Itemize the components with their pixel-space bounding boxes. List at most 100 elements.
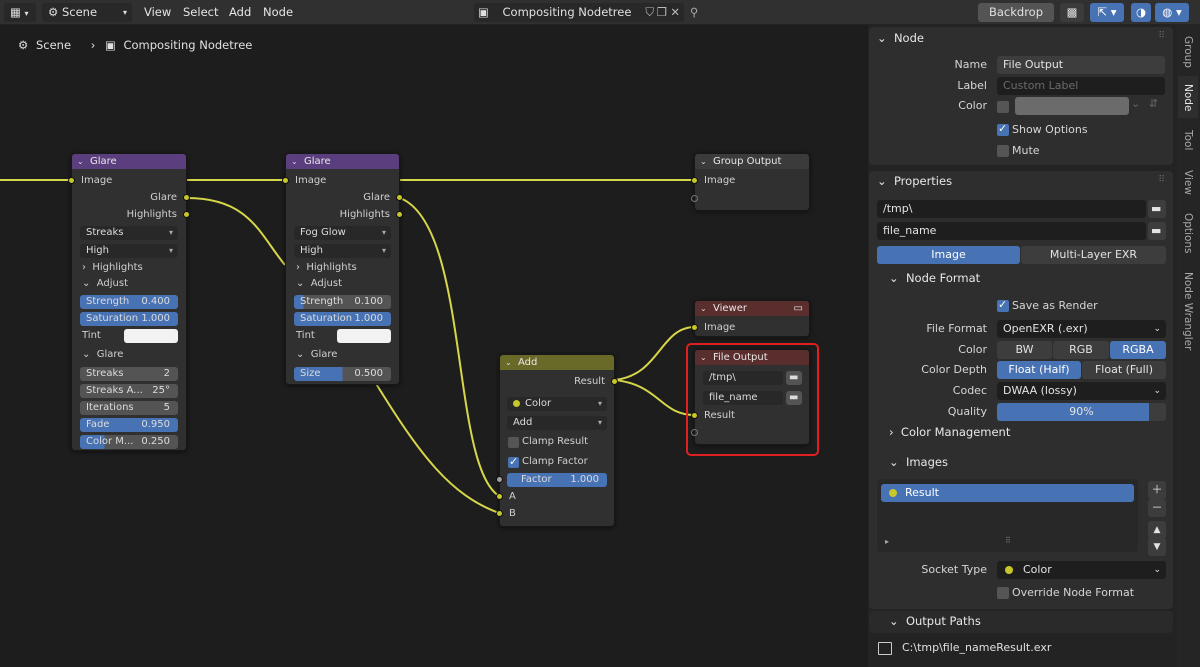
tab-node[interactable]: Node bbox=[1182, 84, 1194, 111]
color-management-toggle[interactable]: › Color Management bbox=[889, 422, 1010, 442]
operation-dropdown[interactable]: Add ▾ bbox=[507, 416, 607, 430]
output-socket-highlights[interactable] bbox=[183, 211, 190, 218]
streaks-field[interactable]: Streaks 2 bbox=[80, 367, 178, 381]
node-header[interactable]: ⌄ Viewer ▭ bbox=[695, 301, 809, 316]
node-header[interactable]: ⌄ Glare bbox=[286, 154, 399, 169]
input-socket-b[interactable] bbox=[496, 510, 503, 517]
properties-panel-header[interactable]: ⌄ Properties bbox=[877, 171, 952, 191]
saturation-slider[interactable]: Saturation 1.000 bbox=[80, 312, 178, 326]
size-slider[interactable]: Size 0.500 bbox=[294, 367, 391, 381]
overlays-icon[interactable]: ◍ ▾ bbox=[1155, 3, 1189, 22]
output-socket-result[interactable] bbox=[611, 378, 618, 385]
highlights-panel-toggle[interactable]: › Highlights bbox=[296, 261, 357, 275]
empty-socket[interactable] bbox=[691, 429, 698, 436]
filename-field[interactable]: file_name bbox=[703, 391, 783, 405]
add-input-button[interactable]: ＋ bbox=[1148, 481, 1166, 499]
close-icon[interactable]: ✕ bbox=[670, 3, 680, 22]
node-header[interactable]: ⌄ Group Output bbox=[695, 154, 809, 169]
chevron-down-icon[interactable]: ⌄ bbox=[1131, 97, 1140, 110]
directory-field[interactable]: /tmp\ bbox=[703, 371, 783, 385]
glare-node-2[interactable]: ⌄ Glare Image Glare Highlights Fog Glow ▾ … bbox=[282, 153, 403, 385]
viewer-node[interactable]: ⌄ Viewer ▭ Image bbox=[691, 300, 810, 337]
codec-dropdown[interactable]: DWAA (lossy) ⌄ bbox=[997, 382, 1166, 400]
group-output-node[interactable]: ⌄ Group Output Image bbox=[691, 153, 810, 211]
folder-icon[interactable]: ▬ bbox=[786, 371, 802, 385]
add-node[interactable]: ⌄ Add Result Color ▾ Add ▾ Clamp Result Cla… bbox=[496, 354, 618, 527]
node-canvas[interactable]: ⚙ Scene › ▣ Compositing Nodetree ⌄ Glare … bbox=[0, 25, 868, 667]
input-socket-result[interactable] bbox=[691, 412, 698, 419]
snapping-icon[interactable]: ⇱ ▾ bbox=[1090, 3, 1124, 22]
node-name-field[interactable]: File Output bbox=[997, 56, 1165, 74]
node-header[interactable]: ⌄ Glare bbox=[72, 154, 186, 169]
strength-slider[interactable]: Strength 0.100 bbox=[294, 295, 391, 309]
scene-selector[interactable]: ⚙ Scene ▾ bbox=[42, 3, 132, 22]
resize-grip-icon[interactable]: ⠿ bbox=[1005, 536, 1011, 545]
glare-type-dropdown[interactable]: Fog Glow ▾ bbox=[294, 226, 391, 240]
list-item[interactable]: Result bbox=[881, 484, 1134, 502]
custom-label-field[interactable]: Custom Label bbox=[997, 77, 1165, 95]
tab-view[interactable]: View bbox=[1182, 170, 1194, 195]
tab-image[interactable]: Image bbox=[877, 246, 1020, 264]
menu-view[interactable]: View bbox=[144, 0, 171, 25]
gizmo-icon[interactable]: ◑ bbox=[1131, 3, 1151, 22]
tint-color-swatch[interactable] bbox=[337, 329, 391, 343]
highlights-panel-toggle[interactable]: › Highlights bbox=[82, 261, 143, 275]
menu-add[interactable]: Add bbox=[229, 0, 251, 25]
override-node-format-checkbox[interactable] bbox=[997, 587, 1009, 599]
show-options-checkbox[interactable] bbox=[997, 122, 1009, 136]
quality-slider[interactable]: 90% bbox=[997, 403, 1166, 421]
depth-half-button[interactable]: Float (Half) bbox=[997, 361, 1081, 379]
node-color-swatch[interactable] bbox=[1015, 97, 1129, 115]
tab-multilayer-exr[interactable]: Multi-Layer EXR bbox=[1021, 246, 1166, 264]
output-socket-glare[interactable] bbox=[396, 194, 403, 201]
move-up-button[interactable]: ▲ bbox=[1148, 521, 1166, 539]
folder-icon[interactable]: ▬ bbox=[1148, 200, 1166, 218]
duplicate-icon[interactable]: ❐ bbox=[657, 3, 667, 22]
mute-checkbox[interactable] bbox=[997, 145, 1009, 157]
backdrop-toggle[interactable]: Backdrop bbox=[978, 3, 1054, 22]
color-modulation-slider[interactable]: Color M... 0.250 bbox=[80, 435, 178, 449]
depth-full-button[interactable]: Float (Full) bbox=[1082, 361, 1166, 379]
iterations-field[interactable]: Iterations 5 bbox=[80, 401, 178, 415]
output-socket-highlights[interactable] bbox=[396, 211, 403, 218]
node-format-toggle[interactable]: ⌄ Node Format bbox=[889, 268, 980, 288]
backdrop-channels-icon[interactable]: ▩ bbox=[1060, 3, 1084, 22]
output-paths-toggle[interactable]: ⌄ Output Paths bbox=[889, 611, 981, 631]
tab-options[interactable]: Options bbox=[1182, 213, 1194, 254]
menu-node[interactable]: Node bbox=[263, 0, 293, 25]
pin-icon[interactable]: ⚲ bbox=[690, 3, 698, 22]
clamp-factor-checkbox[interactable] bbox=[508, 455, 519, 468]
input-socket-image[interactable] bbox=[282, 177, 289, 184]
input-socket-a[interactable] bbox=[496, 493, 503, 500]
input-socket-image[interactable] bbox=[691, 324, 698, 331]
editor-type-selector[interactable]: ▦ ▾ bbox=[4, 3, 36, 22]
images-list[interactable]: Result ▸ ⠿ bbox=[877, 479, 1138, 552]
filename-field[interactable]: file_name bbox=[877, 222, 1146, 240]
empty-socket[interactable] bbox=[691, 195, 698, 202]
file-output-node[interactable]: ⌄ File Output /tmp\ ▬ file_name ▬ Result bbox=[691, 349, 810, 445]
output-socket-glare[interactable] bbox=[183, 194, 190, 201]
color-rgba-button[interactable]: RGBA bbox=[1110, 341, 1166, 359]
input-socket-image[interactable] bbox=[68, 177, 75, 184]
save-as-render-checkbox[interactable] bbox=[997, 298, 1009, 312]
file-format-dropdown[interactable]: OpenEXR (.exr) ⌄ bbox=[997, 320, 1166, 338]
filter-toggle-icon[interactable]: ▸ bbox=[885, 537, 889, 546]
glare-panel-toggle[interactable]: ⌄ Glare bbox=[296, 348, 337, 362]
move-down-button[interactable]: ▼ bbox=[1148, 538, 1166, 556]
quality-dropdown[interactable]: High ▾ bbox=[80, 244, 178, 258]
fake-user-shield-icon[interactable]: ⛉ bbox=[645, 3, 654, 22]
glare-node-1[interactable]: ⌄ Glare Image Glare Highlights Streaks ▾ H… bbox=[68, 153, 190, 451]
streaks-angle-field[interactable]: Streaks A... 25° bbox=[80, 384, 178, 398]
node-panel-header[interactable]: ⌄ Node bbox=[877, 28, 924, 48]
color-rgb-button[interactable]: RGB bbox=[1053, 341, 1109, 359]
quality-dropdown[interactable]: High ▾ bbox=[294, 244, 391, 258]
fade-slider[interactable]: Fade 0.950 bbox=[80, 418, 178, 432]
input-socket-image[interactable] bbox=[691, 177, 698, 184]
glare-type-dropdown[interactable]: Streaks ▾ bbox=[80, 226, 178, 240]
node-header[interactable]: ⌄ File Output bbox=[695, 350, 809, 365]
glare-panel-toggle[interactable]: ⌄ Glare bbox=[82, 348, 123, 362]
socket-type-dropdown[interactable]: Color ⌄ bbox=[997, 561, 1166, 579]
clamp-result-checkbox[interactable] bbox=[508, 437, 519, 448]
tab-tool[interactable]: Tool bbox=[1182, 130, 1194, 150]
factor-slider[interactable]: Factor 1.000 bbox=[507, 473, 607, 487]
